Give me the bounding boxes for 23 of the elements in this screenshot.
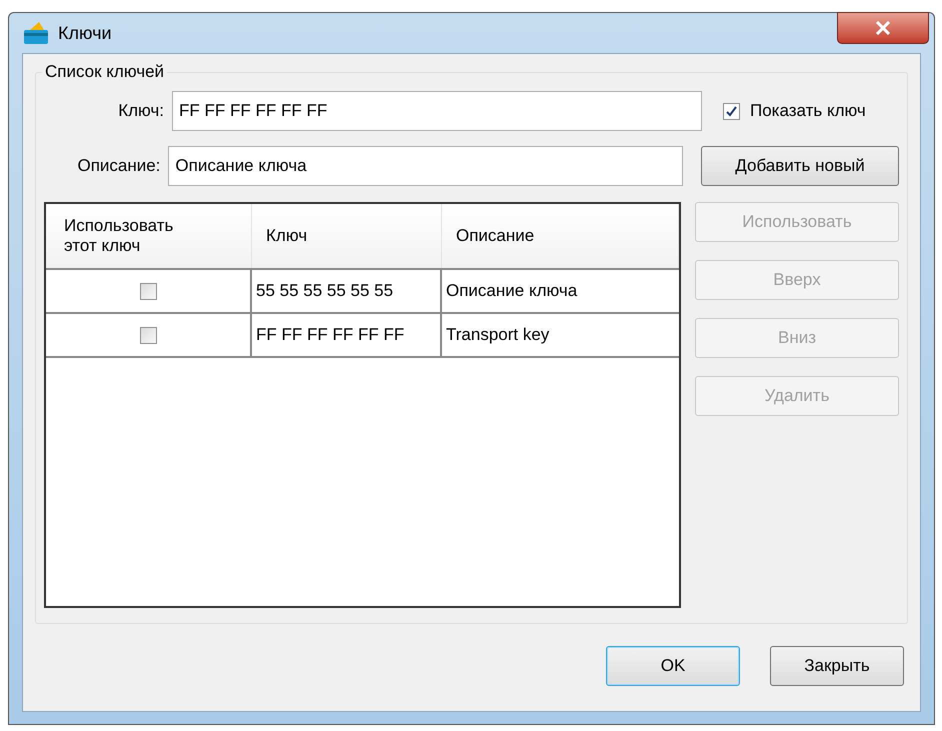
key-field[interactable]: FF FF FF FF FF FF [172, 91, 702, 131]
description-field[interactable]: Описание ключа [168, 146, 684, 186]
table-cell-text: Transport key [445, 324, 550, 346]
column-header[interactable]: Описание [442, 204, 679, 268]
checkmark-icon [726, 106, 737, 116]
table-cell: FF FF FF FF FF FF [252, 314, 442, 356]
checkbox[interactable] [723, 102, 740, 120]
column-header[interactable]: Ключ [252, 204, 442, 268]
close-icon [875, 21, 891, 35]
card-icon [22, 21, 50, 45]
checkbox[interactable] [140, 326, 156, 344]
field-label: Описание: [76, 155, 160, 178]
column-header[interactable]: Использовать этот ключ [46, 204, 252, 268]
checkbox[interactable] [140, 282, 156, 300]
window-title: Ключи [58, 22, 112, 44]
field-label: Ключ: [117, 100, 164, 122]
table-cell-text: Описание ключа [445, 280, 578, 302]
button[interactable]: Закрыть [770, 646, 904, 686]
checkbox-label: Показать ключ [750, 100, 866, 122]
close-button[interactable] [837, 12, 929, 44]
button[interactable]: Добавить новый [701, 146, 899, 186]
table-cell: 55 55 55 55 55 55 [252, 270, 442, 312]
button[interactable]: OK [606, 646, 740, 686]
